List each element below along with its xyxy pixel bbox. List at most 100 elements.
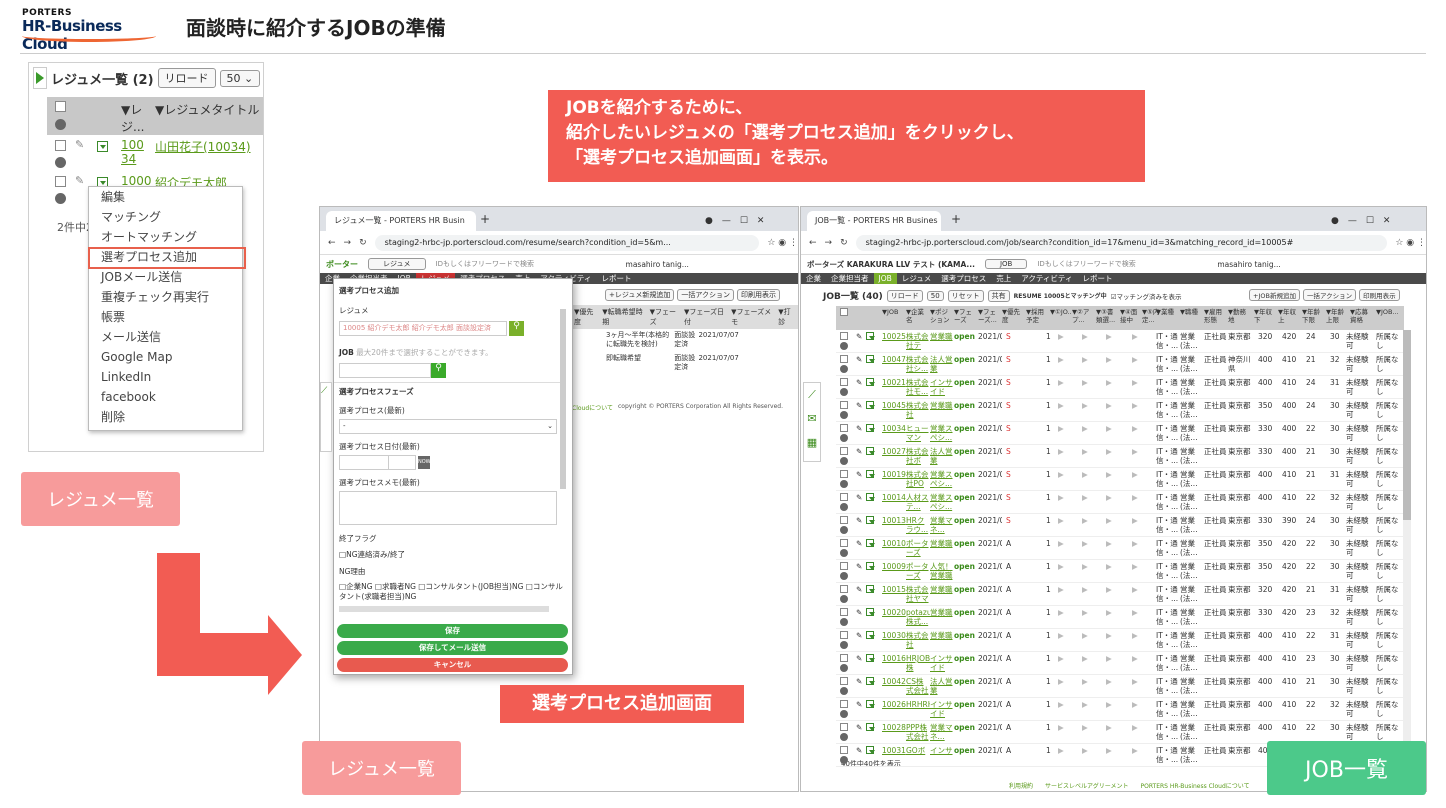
window-controls[interactable]: ● — ☐ ✕ (1331, 213, 1390, 226)
job-id-link[interactable]: 10010 (882, 539, 906, 559)
process-arrow-icon[interactable]: ▶ (1058, 447, 1064, 456)
company-link[interactable]: 株式会社モ... (906, 378, 930, 398)
job-col-header[interactable]: ▼年収上 (1278, 308, 1300, 328)
company-link[interactable]: PPP株式会社 (906, 723, 930, 743)
row-checkbox[interactable] (840, 677, 848, 685)
row-dot-icon[interactable] (840, 342, 848, 350)
process-arrow-icon[interactable]: ▶ (1082, 539, 1088, 548)
process-arrow-icon[interactable]: ▶ (1058, 608, 1064, 617)
col-resume-title[interactable]: ▼レジュメタイトル (155, 101, 259, 118)
process-arrow-icon[interactable]: ▶ (1058, 723, 1064, 732)
row-dot-icon[interactable] (840, 388, 848, 396)
row-checkbox[interactable] (840, 378, 848, 386)
process-arrow-icon[interactable]: ▶ (1106, 332, 1112, 341)
row-menu-icon[interactable] (866, 424, 875, 432)
process-arrow-icon[interactable]: ▶ (1106, 654, 1112, 663)
process-arrow-icon[interactable]: ▶ (1106, 355, 1112, 364)
row-menu-icon[interactable] (866, 746, 875, 754)
job-col-header[interactable]: ▼職種 (1180, 308, 1202, 328)
row-checkbox[interactable] (840, 470, 848, 478)
company-link[interactable]: 株式会社PO (906, 470, 930, 490)
menu-item-form[interactable]: 帳票 (89, 307, 242, 327)
company-link[interactable]: GOボ (906, 746, 930, 766)
nav-activity[interactable]: アクティビティ (1016, 273, 1077, 284)
job-id-link[interactable]: 10027 (882, 447, 906, 467)
process-arrow-icon[interactable]: ▶ (1058, 424, 1064, 433)
job-col-header[interactable]: ▼年齢上限 (1326, 308, 1348, 328)
forward-icon[interactable]: → (825, 238, 833, 248)
row-dot-icon[interactable] (840, 664, 848, 672)
process-arrow-icon[interactable]: ▶ (1106, 424, 1112, 433)
company-link[interactable]: potazu株式... (906, 608, 930, 628)
company-link[interactable]: 人材ステ... (906, 493, 930, 513)
resume-field[interactable]: 10005 紹介デモ太郎 紹介デモ太郎 面談設定済 (339, 321, 507, 336)
browser-tab[interactable]: JOB一覧 - PORTERS HR Busines (807, 211, 941, 231)
position-link[interactable]: 営業スペシ... (930, 493, 954, 513)
position-link[interactable]: 営業スペシ... (930, 470, 954, 490)
menu-item-send-mail[interactable]: メール送信 (89, 327, 242, 347)
memo-textarea[interactable] (339, 491, 557, 525)
col-timing[interactable]: ▼転職希望時期 (602, 307, 645, 327)
process-arrow-icon[interactable]: ▶ (1106, 608, 1112, 617)
job-id-link[interactable]: 10013 (882, 516, 906, 536)
position-link[interactable]: 営業職 (930, 585, 954, 605)
row-checkbox[interactable] (840, 447, 848, 455)
row-checkbox[interactable] (840, 654, 848, 662)
row-menu-icon[interactable] (866, 516, 875, 524)
ng-done-checkbox[interactable]: □NG連絡済み/終了 (339, 549, 405, 560)
company-link[interactable]: 株式会社 (906, 631, 930, 651)
row-dot-icon[interactable] (840, 365, 848, 373)
row-dot-icon[interactable] (55, 157, 66, 168)
chart-icon[interactable]: ⟋ (321, 386, 327, 396)
job-id-link[interactable]: 10016 (882, 654, 906, 674)
row-checkbox[interactable] (840, 332, 848, 340)
job-col-header[interactable]: ▼④面接中 (1120, 308, 1142, 328)
process-arrow-icon[interactable]: ▶ (1082, 585, 1088, 594)
job-col-header[interactable]: ▼JOB (882, 308, 904, 328)
url-field[interactable]: staging2-hrbc-jp.porterscloud.com/resume… (374, 234, 760, 251)
company-link[interactable]: CS株式会社 (906, 677, 930, 697)
row-checkbox[interactable] (840, 631, 848, 639)
col-phase-memo[interactable]: ▼フェーズメモ (731, 307, 774, 327)
bulk-action-button[interactable]: 一括アクション (677, 289, 735, 301)
job-col-header[interactable]: ▼業種 (1156, 308, 1178, 328)
menu-item-delete[interactable]: 削除 (89, 407, 242, 427)
job-col-header[interactable]: ▼応募資格 (1350, 308, 1372, 328)
header-menu-icon[interactable] (55, 119, 66, 130)
col-resume-id[interactable]: ▼レジ... (121, 101, 149, 135)
add-job-button[interactable]: +JOB新規追加 (1249, 289, 1300, 301)
process-arrow-icon[interactable]: ▶ (1082, 332, 1088, 341)
row-checkbox[interactable] (840, 562, 848, 570)
row-menu-icon[interactable] (866, 539, 875, 547)
process-arrow-icon[interactable]: ▶ (1106, 470, 1112, 479)
process-arrow-icon[interactable]: ▶ (1082, 723, 1088, 732)
window-controls[interactable]: ● — ☐ ✕ (705, 213, 764, 226)
date-input[interactable] (339, 455, 389, 470)
position-link[interactable]: 営業スペシ... (930, 424, 954, 444)
cancel-button[interactable]: キャンセル (337, 658, 568, 672)
company-link[interactable]: 株式会社 (906, 401, 930, 421)
company-link[interactable]: HRJOB株 (906, 654, 930, 674)
job-id-link[interactable]: 10034 (882, 424, 906, 444)
job-id-link[interactable]: 10025 (882, 332, 906, 352)
new-tab-icon[interactable]: + (480, 212, 490, 226)
job-id-link[interactable]: 10014 (882, 493, 906, 513)
browser-tab[interactable]: レジュメ一覧 - PORTERS HR Busin (326, 211, 476, 231)
process-arrow-icon[interactable]: ▶ (1132, 608, 1138, 617)
share-button[interactable]: 共有 (987, 289, 1010, 302)
menu-item-google-map[interactable]: Google Map (89, 347, 242, 367)
process-arrow-icon[interactable]: ▶ (1082, 746, 1088, 755)
row-menu-icon[interactable] (866, 631, 875, 639)
row-menu-icon[interactable] (866, 332, 875, 340)
position-link[interactable]: 営業マネ... (930, 516, 954, 536)
nav-job[interactable]: JOB (873, 273, 897, 284)
time-input[interactable] (388, 455, 416, 470)
process-arrow-icon[interactable]: ▶ (1082, 562, 1088, 571)
row-dot-icon[interactable] (840, 595, 848, 603)
process-arrow-icon[interactable]: ▶ (1132, 332, 1138, 341)
global-search-input[interactable]: IDもしくはフリーワードで検索 (1037, 259, 1207, 269)
position-link[interactable]: インサイド (930, 378, 954, 398)
row-checkbox[interactable] (840, 355, 848, 363)
now-button[interactable]: NOW (418, 456, 431, 469)
process-arrow-icon[interactable]: ▶ (1132, 516, 1138, 525)
